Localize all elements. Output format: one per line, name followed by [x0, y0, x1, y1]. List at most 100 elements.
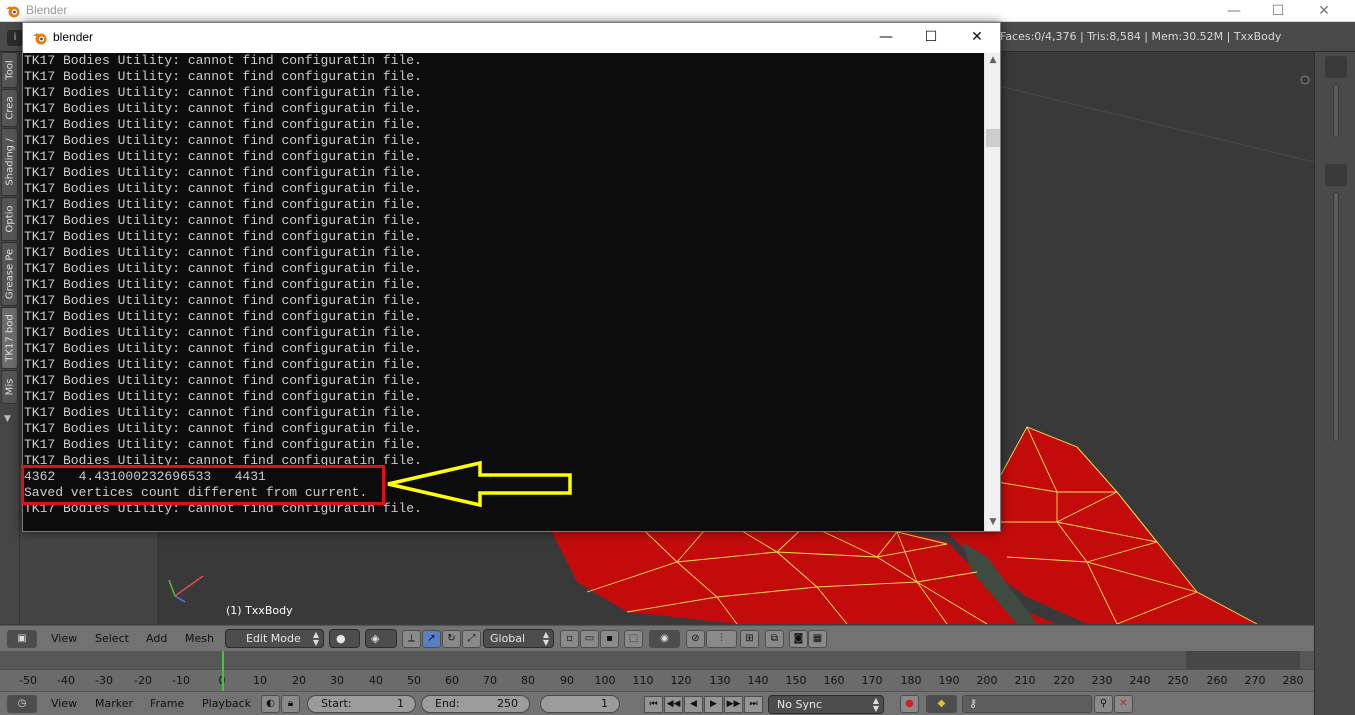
- delete-keyframe-icon[interactable]: ✕: [1114, 695, 1133, 713]
- pivot-dropdown[interactable]: ◈: [365, 629, 397, 648]
- solid-shading-icon: ●: [336, 632, 346, 645]
- jump-prev-keyframe-button[interactable]: ◀◀: [664, 696, 683, 713]
- play-button[interactable]: ▶: [704, 696, 723, 713]
- ruler-tick: 80: [521, 674, 535, 687]
- tab-options[interactable]: Optio: [1, 197, 18, 241]
- console-line: TK17 Bodies Utility: cannot find configu…: [24, 293, 422, 308]
- translate-manipulator-icon[interactable]: ↗: [422, 630, 441, 648]
- face-select-icon[interactable]: ▪: [600, 630, 619, 648]
- end-frame-label: End:: [435, 697, 460, 710]
- console-titlebar: blender — ☐ ✕: [23, 23, 1000, 53]
- manipulator-toggle-icon[interactable]: ⟂: [402, 630, 421, 648]
- scale-manipulator-icon[interactable]: ⤢: [462, 630, 481, 648]
- vertex-select-icon[interactable]: ▫: [560, 630, 579, 648]
- ruler-tick: 30: [330, 674, 344, 687]
- menu-add[interactable]: Add: [146, 632, 167, 645]
- maximize-button[interactable]: ☐: [1255, 0, 1301, 22]
- ruler-tick: 220: [1053, 674, 1075, 687]
- menu-view[interactable]: View: [51, 632, 77, 645]
- properties-editor-icon[interactable]: [1325, 164, 1347, 186]
- sync-mode-label: No Sync: [777, 698, 822, 711]
- occlude-geometry-icon[interactable]: ⬚: [624, 630, 643, 648]
- snap-element-icon[interactable]: ⫶: [706, 630, 737, 648]
- minimize-button[interactable]: —: [1211, 0, 1257, 22]
- end-frame-field[interactable]: End: 250: [421, 695, 530, 713]
- active-keying-set-field[interactable]: ⚷: [962, 695, 1092, 713]
- outliner-editor-icon[interactable]: [1325, 56, 1347, 78]
- preview-range-icon[interactable]: ◐: [261, 695, 280, 713]
- timeline-menu-frame[interactable]: Frame: [150, 697, 184, 710]
- insert-keyframe-icon[interactable]: ⚲: [1094, 695, 1113, 713]
- highlight-box: [21, 465, 385, 505]
- render-anim-icon[interactable]: ▦: [808, 630, 827, 648]
- record-keyframe-icon[interactable]: ●: [900, 695, 919, 713]
- current-frame-field[interactable]: 1: [540, 695, 620, 713]
- ruler-tick: -30: [95, 674, 113, 687]
- proportional-edit-icon[interactable]: ◉: [649, 630, 680, 648]
- menu-select[interactable]: Select: [95, 632, 129, 645]
- current-frame-cursor[interactable]: [222, 651, 224, 691]
- play-reverse-button[interactable]: ◀: [684, 696, 703, 713]
- console-scrollbar[interactable]: ▲ ▼: [984, 53, 1000, 531]
- timeline-menu-view[interactable]: View: [51, 697, 77, 710]
- console-minimize-button[interactable]: —: [863, 23, 909, 53]
- menu-mesh[interactable]: Mesh: [185, 632, 214, 645]
- mode-dropdown[interactable]: Edit Mode ▲ ▼: [225, 629, 324, 648]
- timeline-editor-type-icon[interactable]: ◷: [7, 695, 37, 713]
- console-maximize-button[interactable]: ☐: [908, 23, 954, 53]
- timeline[interactable]: -50 -40 -30 -20 -10 0 10 20 30 40 50 60 …: [0, 651, 1314, 691]
- timeline-ruler[interactable]: -50 -40 -30 -20 -10 0 10 20 30 40 50 60 …: [0, 669, 1314, 691]
- lock-range-icon[interactable]: 🔒︎: [281, 695, 300, 713]
- console-line: TK17 Bodies Utility: cannot find configu…: [24, 357, 422, 372]
- ruler-tick: 250: [1167, 674, 1189, 687]
- tab-misc[interactable]: Mis: [1, 370, 18, 404]
- sync-mode-dropdown[interactable]: No Sync ▲ ▼: [768, 695, 884, 714]
- active-object-label: (1) TxxBody: [226, 604, 293, 617]
- scroll-down-arrow-icon[interactable]: ▼: [985, 517, 1001, 527]
- console-window: blender — ☐ ✕ TK17 Bodies Utility: canno…: [22, 22, 1001, 532]
- console-line: TK17 Bodies Utility: cannot find configu…: [24, 53, 422, 68]
- ruler-tick: 200: [976, 674, 998, 687]
- expand-arrow-icon[interactable]: ▼: [4, 414, 11, 424]
- callout-arrow-icon: [387, 460, 572, 508]
- editor-type-icon[interactable]: ▣: [7, 630, 37, 648]
- tab-tk17-bodies[interactable]: TK17 bod: [1, 307, 18, 369]
- jump-next-keyframe-button[interactable]: ▶▶: [724, 696, 743, 713]
- shading-dropdown[interactable]: ●: [329, 629, 360, 648]
- start-frame-field[interactable]: Start: 1: [307, 695, 416, 713]
- tab-label: Tool: [4, 60, 15, 80]
- console-close-button[interactable]: ✕: [954, 23, 1000, 53]
- window-title: Blender: [26, 3, 68, 17]
- timeline-track[interactable]: [0, 651, 1314, 669]
- layers-icon[interactable]: ⧉: [765, 630, 784, 648]
- tab-shading[interactable]: Shading /: [1, 128, 18, 196]
- properties-scrollbar[interactable]: [1333, 192, 1339, 442]
- info-editor-icon[interactable]: i: [7, 30, 23, 46]
- render-camera-icon[interactable]: ◙: [789, 630, 808, 648]
- orientation-dropdown[interactable]: Global ▲ ▼: [483, 629, 554, 648]
- console-line: TK17 Bodies Utility: cannot find configu…: [24, 101, 422, 116]
- outliner-scrollbar[interactable]: [1333, 84, 1339, 138]
- jump-end-button[interactable]: ⏭: [744, 696, 763, 713]
- timeline-menu-marker[interactable]: Marker: [95, 697, 133, 710]
- rotate-manipulator-icon[interactable]: ↻: [442, 630, 461, 648]
- console-line: TK17 Bodies Utility: cannot find configu…: [24, 309, 422, 324]
- tab-grease-pencil[interactable]: Grease Pe: [1, 242, 18, 306]
- out-of-range-region: [1186, 651, 1300, 669]
- close-button[interactable]: ✕: [1301, 0, 1347, 22]
- tab-create[interactable]: Crea: [1, 89, 18, 127]
- timeline-menu-playback[interactable]: Playback: [202, 697, 251, 710]
- jump-start-button[interactable]: ⏮: [644, 696, 663, 713]
- edge-select-icon[interactable]: ▭: [580, 630, 599, 648]
- snap-target-icon[interactable]: ⊞: [740, 630, 759, 648]
- console-line: TK17 Bodies Utility: cannot find configu…: [24, 421, 422, 436]
- pivot-icon: ◈: [371, 632, 380, 645]
- keying-set-icon[interactable]: ◆: [926, 695, 957, 713]
- ruler-tick: 270: [1244, 674, 1266, 687]
- console-line: TK17 Bodies Utility: cannot find configu…: [24, 373, 422, 388]
- console-scroll-thumb[interactable]: [986, 129, 1000, 147]
- snap-toggle-icon[interactable]: ⊘: [686, 630, 705, 648]
- console-line: TK17 Bodies Utility: cannot find configu…: [24, 389, 422, 404]
- scroll-up-arrow-icon[interactable]: ▲: [985, 55, 1001, 65]
- tab-tool[interactable]: Tool: [1, 52, 18, 88]
